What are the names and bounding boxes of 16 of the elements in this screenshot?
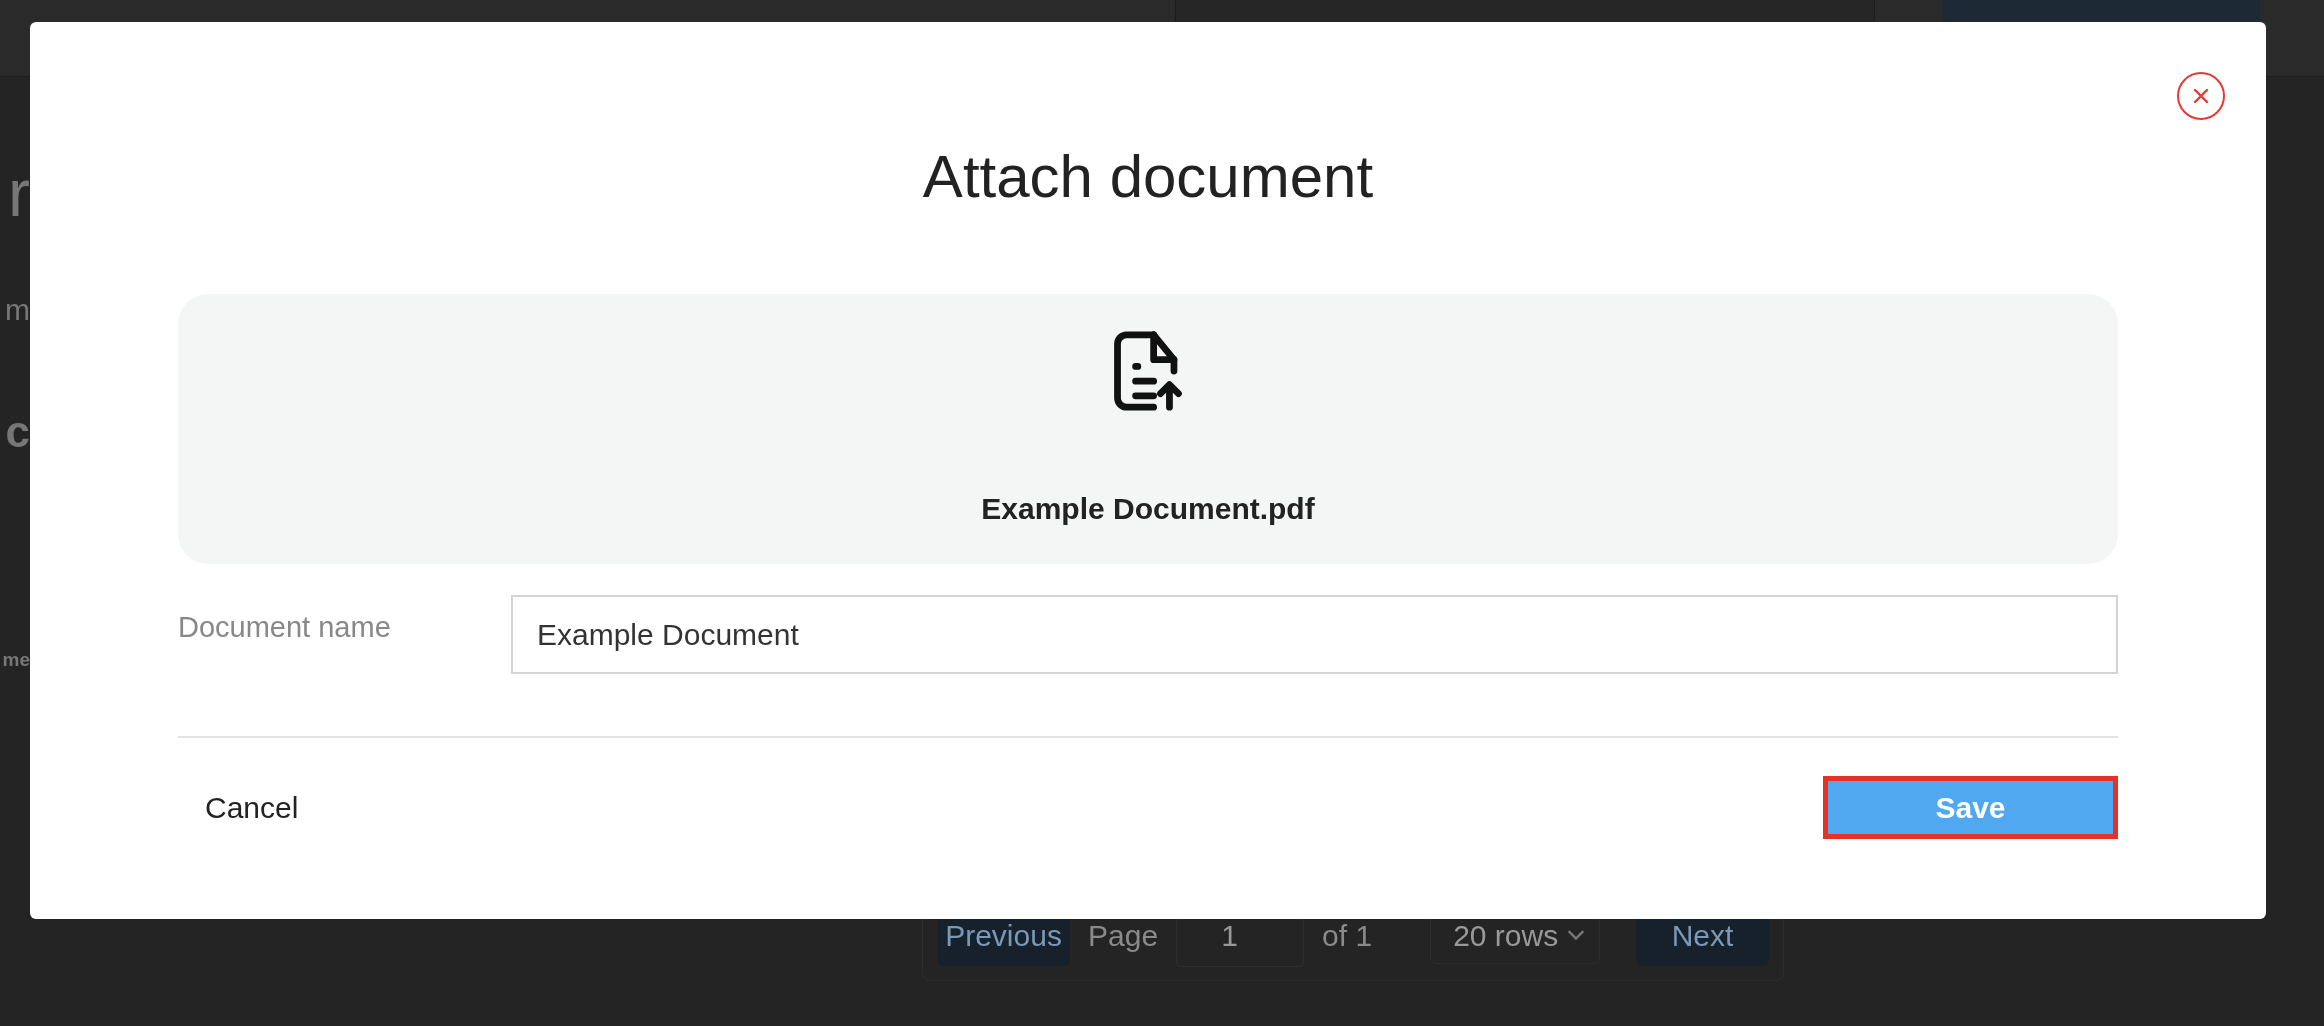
file-upload-icon [1113,330,1183,412]
cancel-button[interactable]: Cancel [178,790,299,825]
file-dropzone[interactable]: Example Document.pdf [178,294,2118,564]
heading-fragment: m [5,293,30,327]
page-label: Page [1088,918,1159,953]
heading-fragment: c [5,407,30,457]
dialog-title: Attach document [921,142,1375,212]
file-name: Example Document.pdf [981,492,1315,526]
heading-fragment: me [2,649,30,671]
page-count: of 1 [1322,918,1373,953]
heading-fragment: r [8,155,30,231]
close-icon [2192,87,2210,105]
field-label: Document name [178,610,392,644]
document-name-field[interactable]: Example Document [511,595,2118,674]
chevron-icon [1566,930,1585,941]
close-button[interactable] [2177,72,2225,120]
